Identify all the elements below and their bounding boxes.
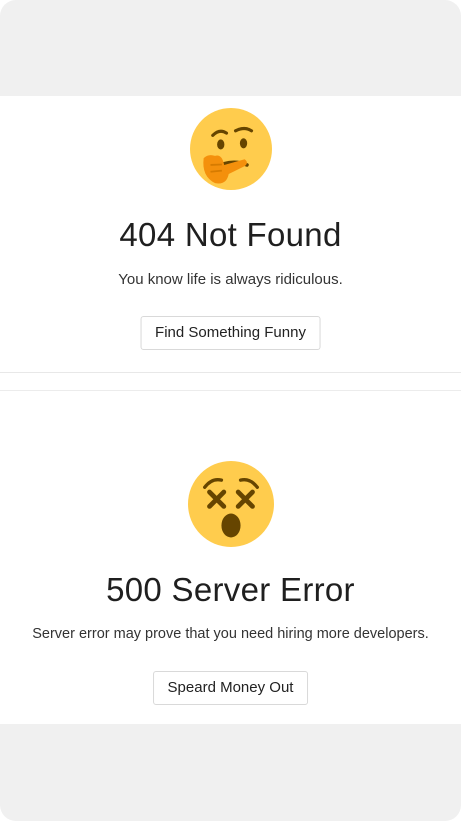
dizzy-face-icon bbox=[187, 461, 274, 547]
error-description: Server error may prove that you need hir… bbox=[32, 626, 429, 642]
speard-money-out-button[interactable]: Speard Money Out bbox=[152, 671, 309, 705]
find-something-funny-button[interactable]: Find Something Funny bbox=[140, 316, 321, 350]
section-divider bbox=[0, 373, 461, 391]
not-found-panel: 404 Not Found You know life is always ri… bbox=[0, 96, 461, 373]
page-frame: 404 Not Found You know life is always ri… bbox=[0, 0, 461, 821]
thinking-face-icon bbox=[189, 108, 272, 190]
error-title: 404 Not Found bbox=[119, 216, 342, 253]
error-title: 500 Server Error bbox=[106, 571, 355, 608]
server-error-panel: 500 Server Error Server error may prove … bbox=[0, 391, 461, 724]
error-description: You know life is always ridiculous. bbox=[118, 271, 343, 288]
